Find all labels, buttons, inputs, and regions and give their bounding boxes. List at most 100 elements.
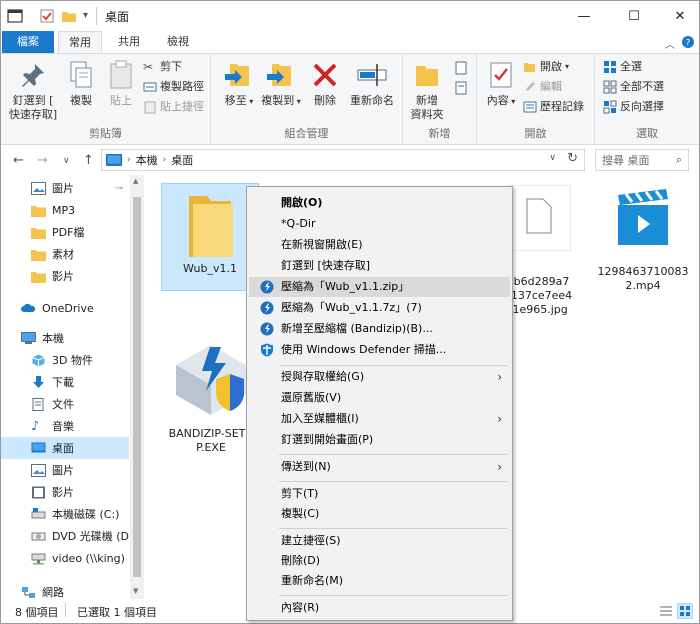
new-folder-button[interactable]: 新增 資料夾 [405, 58, 449, 122]
scroll-down-icon[interactable]: ▼ [133, 587, 138, 595]
menu-item-open[interactable]: 開啟(O) [249, 193, 510, 213]
nav-item-music[interactable]: ♪ 音樂 [1, 415, 129, 437]
search-input[interactable]: 搜尋 桌面 ⌕ [595, 149, 689, 171]
menu-item-give-access[interactable]: 授與存取權給(G) › [249, 367, 510, 387]
cut-button[interactable]: ✂ 剪下 [143, 58, 182, 76]
menu-item-properties[interactable]: 內容(R) [249, 598, 510, 618]
nav-item-pictures-quick[interactable]: 圖片 ⊸ [1, 177, 129, 199]
tab-view[interactable]: 檢視 [156, 31, 200, 53]
refresh-icon[interactable]: ↻ [567, 151, 578, 166]
copy-button[interactable]: 複製 [63, 58, 99, 108]
collapse-ribbon-icon[interactable]: ︿ [665, 36, 675, 51]
tab-file[interactable]: 檔案 [2, 31, 54, 53]
recent-locations-icon[interactable]: ∨ [63, 156, 70, 166]
pictures-icon [31, 181, 46, 195]
copy-to-button[interactable]: 複製到 ▾ [259, 58, 303, 109]
nav-item-desktop[interactable]: 桌面 [1, 437, 129, 459]
nav-item-downloads[interactable]: 下載 [1, 371, 129, 393]
nav-item-local-disk[interactable]: 本機磁碟 (C:) [1, 503, 129, 525]
menu-item-delete[interactable]: 刪除(D) [249, 551, 510, 571]
back-arrow-icon[interactable]: ← [13, 153, 24, 168]
tab-home[interactable]: 常用 [58, 31, 102, 53]
menu-item-pin-start[interactable]: 釘選到開始畫面(P) [249, 430, 510, 450]
menu-item-add-to-archive[interactable]: 新增至壓縮檔 (Bandizip)(B)... [249, 319, 510, 339]
nav-scrollbar[interactable]: ▲ ▼ [130, 175, 144, 599]
tab-share[interactable]: 共用 [107, 31, 151, 53]
nav-item-pictures[interactable]: 圖片 [1, 459, 129, 481]
customize-toolbar-icon[interactable]: ▾ [83, 10, 88, 26]
menu-item-restore-versions[interactable]: 還原舊版(V) [249, 388, 510, 408]
video-file-icon [618, 189, 668, 245]
nav-item-videos[interactable]: 影片 [1, 481, 129, 503]
delete-button[interactable]: 刪除 [307, 58, 343, 108]
paste-shortcut-button[interactable]: 貼上捷徑 [143, 98, 204, 116]
nav-item-documents[interactable]: 文件 [1, 393, 129, 415]
explorer-icon[interactable] [7, 8, 23, 24]
menu-item-cut[interactable]: 剪下(T) [249, 484, 510, 504]
paste-shortcut-label: 貼上捷徑 [160, 100, 204, 113]
open-icon [524, 63, 535, 72]
nav-item-assets[interactable]: 素材 [1, 243, 129, 265]
nav-item-pdf[interactable]: PDF檔 [1, 221, 129, 243]
close-button[interactable]: ✕ [657, 1, 700, 31]
new-folder-quick-icon[interactable] [61, 8, 77, 24]
history-icon [523, 101, 537, 113]
properties-quick-icon[interactable] [39, 8, 55, 24]
breadcrumb-this-pc[interactable]: 本機 [136, 152, 158, 168]
nav-item-mp3[interactable]: MP3 [1, 199, 129, 221]
desktop-icon [31, 442, 46, 452]
menu-item-qdir[interactable]: *Q-Dir [249, 214, 510, 234]
menu-item-create-shortcut[interactable]: 建立捷徑(S) [249, 531, 510, 551]
menu-item-rename[interactable]: 重新命名(M) [249, 571, 510, 591]
bandizip-icon [260, 280, 274, 294]
forward-arrow-icon[interactable]: → [37, 153, 48, 168]
menu-item-compress-zip[interactable]: 壓縮為「Wub_v1.1.zip」 [249, 277, 510, 297]
select-none-button[interactable]: 全部不選 [603, 78, 664, 96]
nav-item-network-drive[interactable]: video (\\king) [1, 547, 129, 569]
nav-item-onedrive[interactable]: OneDrive [1, 297, 129, 319]
file-item[interactable]: Wub_v1.1 [161, 183, 259, 291]
breadcrumb-separator-icon: › [162, 155, 167, 165]
menu-item-defender-scan[interactable]: 使用 Windows Defender 掃描... [249, 340, 510, 360]
move-to-label: 移至 [224, 94, 247, 107]
minimize-button[interactable]: — [561, 1, 607, 31]
pin-label: 釘選到 [ 快速存取] [8, 94, 58, 121]
properties-button[interactable]: 內容 ▾ [483, 58, 519, 109]
menu-item-copy[interactable]: 複製(C) [249, 504, 510, 524]
menu-item-label: 釘選到 [快速存取] [281, 259, 371, 272]
menu-item-include-library[interactable]: 加入至媒體櫃(I) › [249, 409, 510, 429]
address-bar[interactable]: › 本機 › 桌面 ∨ ↻ [101, 149, 585, 171]
copy-path-button[interactable]: 複製路徑 [143, 78, 204, 96]
copy-path-icon [143, 82, 157, 92]
details-view-icon[interactable] [659, 604, 673, 618]
up-arrow-icon[interactable]: ↑ [83, 153, 94, 168]
help-icon[interactable]: ? [681, 35, 695, 49]
history-label: 歷程記錄 [540, 100, 584, 113]
edit-button[interactable]: 編輯 [523, 78, 562, 96]
rename-button[interactable]: 重新命名 [345, 58, 399, 108]
nav-item-3d-objects[interactable]: 3D 物件 [1, 349, 129, 371]
new-item-icon[interactable] [453, 60, 469, 76]
maximize-button[interactable]: ☐ [611, 1, 657, 31]
address-dropdown-icon[interactable]: ∨ [549, 153, 556, 163]
pin-quick-access-button[interactable]: 釘選到 [ 快速存取] [7, 58, 59, 122]
nav-item-dvd[interactable]: DVD 光碟機 (D [1, 525, 129, 547]
open-button[interactable]: 開啟 ▾ [523, 58, 569, 76]
file-item[interactable]: 1298463710083 2.mp4 [593, 183, 693, 303]
menu-item-send-to[interactable]: 傳送到(N) › [249, 457, 510, 477]
large-icons-view-icon[interactable] [677, 603, 693, 619]
paste-button[interactable]: 貼上 [103, 58, 139, 108]
select-all-button[interactable]: 全選 [603, 58, 642, 76]
easy-access-icon[interactable] [453, 80, 469, 96]
move-to-button[interactable]: 移至 ▾ [219, 58, 259, 109]
menu-item-open-new-window[interactable]: 在新視窗開啟(E) [249, 235, 510, 255]
nav-item-this-pc[interactable]: 本機 [1, 327, 129, 349]
history-button[interactable]: 歷程記錄 [523, 98, 584, 116]
breadcrumb-desktop[interactable]: 桌面 [171, 152, 193, 168]
scroll-up-icon[interactable]: ▲ [133, 177, 138, 185]
invert-selection-button[interactable]: 反向選擇 [603, 98, 664, 116]
nav-item-videos-quick[interactable]: 影片 [1, 265, 129, 287]
nav-scroll-thumb[interactable] [133, 197, 141, 577]
menu-item-pin-quick-access[interactable]: 釘選到 [快速存取] [249, 256, 510, 276]
menu-item-compress-7z[interactable]: 壓縮為「Wub_v1.1.7z」(7) [249, 298, 510, 318]
